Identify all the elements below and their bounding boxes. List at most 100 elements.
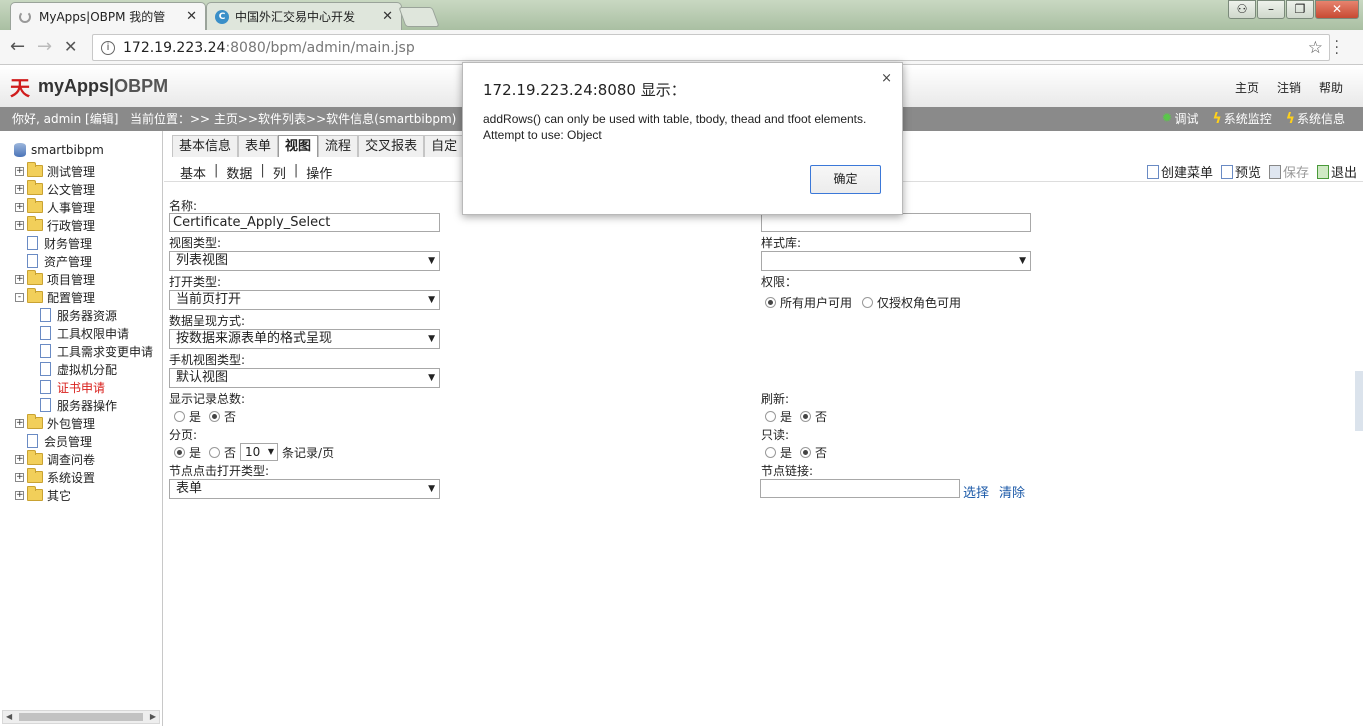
tab-cross-report[interactable]: 交叉报表 <box>358 135 425 157</box>
browser-tab-myapps[interactable]: MyApps|OBPM 我的管 ✕ <box>10 2 206 30</box>
expand-icon[interactable]: + <box>15 166 24 176</box>
refresh-yes-radio[interactable] <box>765 411 776 422</box>
show-total-yes-radio[interactable] <box>174 411 185 422</box>
name-input[interactable]: Certificate_Apply_Select <box>169 213 440 232</box>
sidebar-tree-item[interactable]: + 人事管理 <box>15 198 95 216</box>
browser-tab-cfets[interactable]: C 中国外汇交易中心开发 ✕ <box>206 2 402 30</box>
expand-icon[interactable]: + <box>15 184 24 194</box>
bookmark-star-icon[interactable]: ☆ <box>1308 38 1323 58</box>
subtab-data[interactable]: 数据 <box>226 163 252 182</box>
sidebar-tree-item[interactable]: + 调查问卷 <box>15 450 95 468</box>
expand-icon[interactable]: + <box>15 490 24 500</box>
readonly-yes-radio[interactable] <box>765 447 776 458</box>
stop-loading-icon[interactable]: ✕ <box>64 37 77 56</box>
home-link[interactable]: 主页 <box>1235 79 1259 96</box>
scrollbar-thumb[interactable] <box>19 713 143 721</box>
site-info-icon[interactable]: i <box>101 40 115 55</box>
node-click-select[interactable]: 表单 ▼ <box>169 479 440 499</box>
paging-yes-radio[interactable] <box>174 446 185 458</box>
sidebar-tree-item[interactable]: + 公文管理 <box>15 180 95 198</box>
url-field[interactable]: i 172.19.223.24:8080/bpm/admin/main.jsp … <box>92 34 1330 61</box>
maximize-icon[interactable]: ❐ <box>1286 0 1314 19</box>
create-menu-button[interactable]: 创建菜单 <box>1146 162 1213 181</box>
sidebar-tree-item[interactable]: + 测试管理 <box>15 162 95 180</box>
back-icon[interactable]: ← <box>10 36 25 57</box>
sidebar-tree-item[interactable]: + 外包管理 <box>15 414 95 432</box>
sidebar-item-label: 行政管理 <box>47 218 96 233</box>
sidebar-tree-item[interactable]: 服务器操作 <box>40 396 117 414</box>
folder-icon <box>27 198 43 213</box>
node-link-label: 节点链接: <box>761 464 814 478</box>
sidebar-tree-item[interactable]: 工具权限申请 <box>40 324 129 342</box>
sidebar-tree-item[interactable]: - 配置管理 <box>15 288 95 306</box>
sidebar-tree-item[interactable]: 服务器资源 <box>40 306 117 324</box>
expand-icon[interactable]: + <box>15 418 24 428</box>
tab-close-icon[interactable]: ✕ <box>382 9 393 24</box>
new-tab-button[interactable] <box>398 7 440 27</box>
save-button[interactable]: 保存 <box>1268 162 1309 181</box>
show-total-no-radio[interactable] <box>209 411 221 422</box>
expand-icon[interactable]: + <box>15 472 24 482</box>
sidebar-tree-item[interactable]: + 系统设置 <box>15 468 95 486</box>
open-type-select[interactable]: 当前页打开 ▼ <box>169 290 440 310</box>
tab-workflow[interactable]: 流程 <box>318 135 359 157</box>
system-info-button[interactable]: ϟ 系统信息 <box>1286 107 1345 131</box>
mobile-view-select[interactable]: 默认视图 ▼ <box>169 368 440 388</box>
data-mode-select[interactable]: 按数据来源表单的格式呈现 ▼ <box>169 329 440 349</box>
node-link-input[interactable] <box>760 479 960 498</box>
help-link[interactable]: 帮助 <box>1319 79 1343 96</box>
select-link[interactable]: 选择 <box>963 482 989 501</box>
tab-basic-info[interactable]: 基本信息 <box>172 135 239 157</box>
dialog-close-icon[interactable]: × <box>881 71 892 86</box>
readonly-no-radio[interactable] <box>800 447 812 458</box>
sidebar-tree-item[interactable]: + 行政管理 <box>15 216 95 234</box>
expand-icon[interactable]: + <box>15 202 24 212</box>
subtab-basic[interactable]: 基本 <box>180 163 206 182</box>
header-links: 主页 注销 帮助 <box>1235 79 1343 96</box>
right-text-input[interactable] <box>761 213 1031 232</box>
exit-button[interactable]: 退出 <box>1316 162 1357 181</box>
sidebar-tree-item[interactable]: 工具需求变更申请 <box>40 342 153 360</box>
scroll-left-icon[interactable]: ◀ <box>6 711 12 723</box>
sidebar-horizontal-scrollbar[interactable]: ◀ ▶ <box>2 710 160 724</box>
page-size-select[interactable]: 10 ▼ <box>240 443 279 461</box>
collapse-panel-handle[interactable] <box>1355 371 1363 431</box>
sidebar-tree-item[interactable]: 会员管理 <box>27 432 92 450</box>
expand-icon[interactable]: + <box>15 454 24 464</box>
sidebar-tree-item[interactable]: 资产管理 <box>27 252 92 270</box>
tab-custom[interactable]: 自定 <box>424 135 465 157</box>
sidebar-tree-item[interactable]: + 其它 <box>15 486 71 504</box>
tab-form[interactable]: 表单 <box>238 135 279 157</box>
collapse-icon[interactable]: - <box>15 292 24 302</box>
debug-button[interactable]: ✹ 调试 <box>1162 107 1199 131</box>
user-icon[interactable]: ⚇ <box>1228 0 1256 19</box>
sidebar-tree-item[interactable]: 证书申请 <box>40 378 105 396</box>
browser-menu-icon[interactable]: · · · <box>1335 35 1339 61</box>
subtab-actions[interactable]: 操作 <box>306 163 332 182</box>
clear-link[interactable]: 清除 <box>999 482 1025 501</box>
sidebar-tree-item[interactable]: 虚拟机分配 <box>40 360 117 378</box>
system-monitor-button[interactable]: ϟ 系统监控 <box>1212 107 1271 131</box>
expand-icon[interactable]: + <box>15 220 24 230</box>
view-type-select[interactable]: 列表视图 ▼ <box>169 251 440 271</box>
subtab-columns[interactable]: 列 <box>273 163 286 182</box>
paging-no-radio[interactable] <box>209 446 221 458</box>
tree-root[interactable]: smartbibpm <box>14 143 104 157</box>
expand-icon[interactable]: + <box>15 274 24 284</box>
close-window-icon[interactable]: ✕ <box>1315 0 1359 19</box>
perm-all-radio[interactable] <box>765 297 776 308</box>
sidebar-tree-item[interactable]: + 项目管理 <box>15 270 95 288</box>
minimize-icon[interactable]: – <box>1257 0 1285 19</box>
perm-role-radio[interactable] <box>862 297 874 308</box>
dialog-ok-button[interactable]: 确定 <box>810 165 881 194</box>
refresh-no-radio[interactable] <box>800 411 812 422</box>
sidebar-tree-item[interactable]: 财务管理 <box>27 234 92 252</box>
tab-view[interactable]: 视图 <box>278 135 319 157</box>
forward-icon[interactable]: → <box>37 36 52 57</box>
scroll-right-icon[interactable]: ▶ <box>150 711 156 723</box>
tab-close-icon[interactable]: ✕ <box>186 9 197 24</box>
preview-button[interactable]: 预览 <box>1220 162 1261 181</box>
style-library-select[interactable]: ▼ <box>761 251 1031 271</box>
logout-link[interactable]: 注销 <box>1277 79 1301 96</box>
user-greeting[interactable]: 你好, admin [编辑] <box>12 107 118 131</box>
